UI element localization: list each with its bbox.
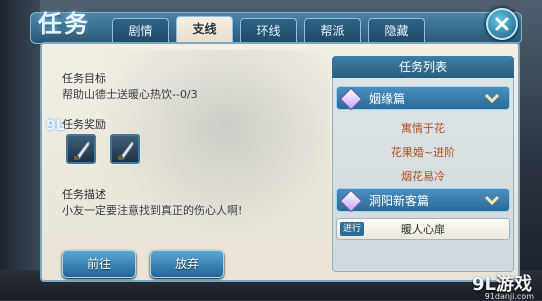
diamond-icon — [339, 189, 363, 213]
reward-item-icon — [118, 141, 134, 160]
reward-label: 任务奖励 — [62, 118, 106, 131]
goal-value: 帮助山德士送暖心热饮--0/3 — [62, 88, 198, 101]
quest-item[interactable]: 寓情于花 — [336, 118, 510, 140]
reward-slot-1[interactable] — [66, 134, 96, 164]
chevron-down-icon — [484, 93, 500, 104]
desc-label: 任务描述 — [62, 188, 106, 201]
reward-item-icon — [74, 141, 90, 160]
goal-label: 任务目标 — [62, 72, 106, 85]
desc-value: 小友一定要注意找到真正的伤心人啊! — [62, 204, 243, 217]
tab-side-quest[interactable]: 支线 — [176, 16, 233, 43]
tab-loop-quest[interactable]: 环线 — [240, 18, 297, 43]
quest-item-selected[interactable]: 进行 暖人心扉 — [336, 218, 510, 240]
quest-item[interactable]: 烟花易冷 — [336, 166, 510, 188]
task-list-header: 任务列表 — [332, 56, 514, 78]
window-title: 任务 — [38, 9, 90, 38]
category-label: 洞阳新客篇 — [369, 194, 430, 208]
watermark-logo: 9L — [46, 118, 65, 134]
category-marriage[interactable]: 姻缘篇 — [336, 86, 510, 111]
background-left — [0, 0, 40, 300]
close-button[interactable] — [486, 8, 518, 40]
in-progress-badge: 进行 — [340, 222, 365, 236]
tab-hidden[interactable]: 隐藏 — [368, 18, 425, 43]
quest-item-label: 暖人心扉 — [401, 223, 445, 236]
tab-guild[interactable]: 帮派 — [304, 18, 361, 43]
quest-item[interactable]: 花果婚~进阶 — [336, 142, 510, 164]
close-icon — [495, 17, 509, 31]
abandon-button[interactable]: 放弃 — [150, 250, 224, 278]
category-label: 姻缘篇 — [369, 92, 406, 106]
tab-story[interactable]: 剧情 — [112, 18, 169, 43]
chevron-down-icon — [484, 195, 500, 206]
go-button[interactable]: 前往 — [62, 250, 136, 278]
reward-slot-2[interactable] — [110, 134, 140, 164]
category-dongyang-newcomer[interactable]: 洞阳新客篇 — [336, 188, 510, 213]
diamond-icon — [339, 87, 363, 111]
